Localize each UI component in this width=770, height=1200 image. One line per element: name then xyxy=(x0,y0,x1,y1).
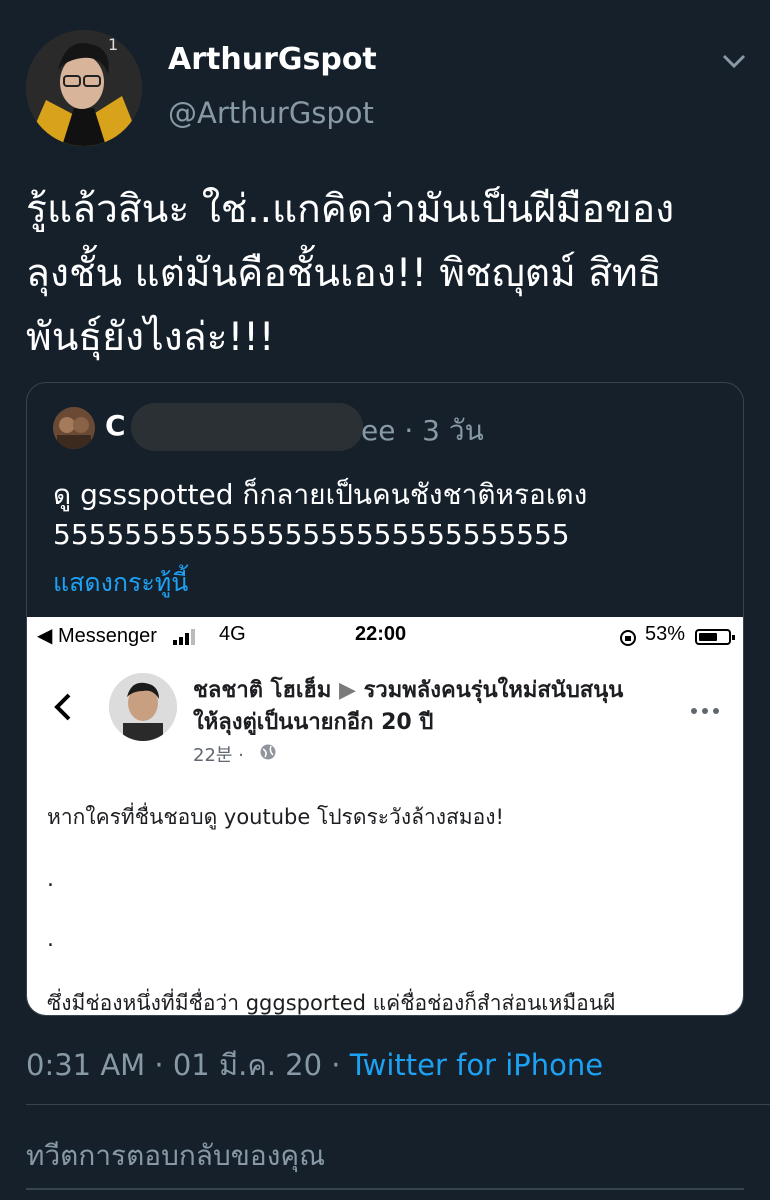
show-thread-link[interactable]: แสดงกระทู้นี้ xyxy=(53,563,188,603)
post-dot: . xyxy=(47,927,54,952)
back-chevron-icon xyxy=(51,689,75,725)
tweet-text-line: ลุงชั้น แต่มันคือชั้นเอง!! พิชญุตม์ สิทธ… xyxy=(26,251,662,296)
redaction-bar xyxy=(131,403,363,451)
post-dot: . xyxy=(47,867,54,892)
signal-icon xyxy=(173,629,195,645)
post-group-line2: ให้ลุงตู่เป็นนายกอีก 20 ปี xyxy=(193,710,434,735)
author-display-name[interactable]: ArthurGspot xyxy=(168,42,377,77)
quoted-author-meta: ee · 3 วัน xyxy=(361,409,484,453)
quoted-author-name-end: ee xyxy=(361,414,396,447)
quoted-time: · 3 วัน xyxy=(404,414,484,447)
tweet-text-line: รู้แล้วสินะ ใช่..แกคิดว่ามันเป็นฝีมือของ xyxy=(26,187,675,232)
author-handle[interactable]: @ArthurGspot xyxy=(168,96,374,130)
tweet-time[interactable]: 0:31 AM xyxy=(26,1048,145,1082)
post-body-line: หากใครที่ชื่นชอบดู youtube โปรดระวังล้าง… xyxy=(47,805,504,829)
attached-image[interactable]: ◀ Messenger 4G 22:00 53% ชลชาติ โฮเฮ็ม ▶ xyxy=(27,617,743,1015)
tweet-text-line: พันธุ์ยังไงล่ะ!!! xyxy=(26,315,275,360)
globe-icon xyxy=(259,743,277,761)
post-body-last-line: ซึ่งมีช่องหนึ่งที่มีชื่อว่า gggsported แ… xyxy=(47,991,616,1015)
quoted-text-line: ดู gssspotted ก็กลายเป็นคนชังชาติหรอเตง xyxy=(53,478,588,511)
profile-avatar[interactable]: 1 xyxy=(26,30,142,146)
quoted-text-line: 55555555555555555555555555555 xyxy=(53,518,570,551)
status-network: 4G xyxy=(219,623,246,645)
quoted-author-name-start: C xyxy=(105,409,126,442)
post-arrow: ▶ xyxy=(339,678,356,703)
reply-underline xyxy=(26,1188,744,1190)
divider xyxy=(26,1104,770,1105)
reply-input[interactable]: ทวีตการตอบกลับของคุณ xyxy=(26,1134,325,1178)
poster-avatar xyxy=(109,673,177,741)
tweet-text: รู้แล้วสินะ ใช่..แกคิดว่ามันเป็นฝีมือของ… xyxy=(26,178,746,370)
more-options-icon xyxy=(689,701,721,714)
tweet-source-link[interactable]: Twitter for iPhone xyxy=(350,1048,603,1082)
tweet-date[interactable]: 01 มี.ค. 20 xyxy=(173,1048,322,1082)
meta-separator: · xyxy=(331,1048,341,1082)
status-back-app: ◀ Messenger xyxy=(37,625,157,647)
svg-text:1: 1 xyxy=(108,35,118,54)
tweet-meta: 0:31 AM · 01 มี.ค. 20 · Twitter for iPho… xyxy=(26,1042,603,1088)
post-author: ชลชาติ โฮเฮ็ม xyxy=(193,678,332,703)
quoted-text: ดู gssspotted ก็กลายเป็นคนชังชาติหรอเตง … xyxy=(53,475,733,555)
quoted-tweet-card[interactable]: C ee · 3 วัน ดู gssspotted ก็กลายเป็นคนช… xyxy=(26,382,744,1016)
post-group-line1: รวมพลังคนรุ่นใหม่สนับสนุน xyxy=(363,678,624,703)
orientation-lock-icon xyxy=(620,630,636,646)
chevron-down-icon[interactable] xyxy=(716,46,752,76)
post-time: 22분 · xyxy=(193,745,244,766)
status-time: 22:00 xyxy=(355,623,407,645)
status-battery-percent: 53% xyxy=(645,623,686,645)
post-header: ชลชาติ โฮเฮ็ม ▶ รวมพลังคนรุ่นใหม่สนับสนุ… xyxy=(193,675,663,739)
quoted-avatar xyxy=(53,407,95,449)
battery-icon xyxy=(695,629,735,645)
meta-separator: · xyxy=(154,1048,164,1082)
